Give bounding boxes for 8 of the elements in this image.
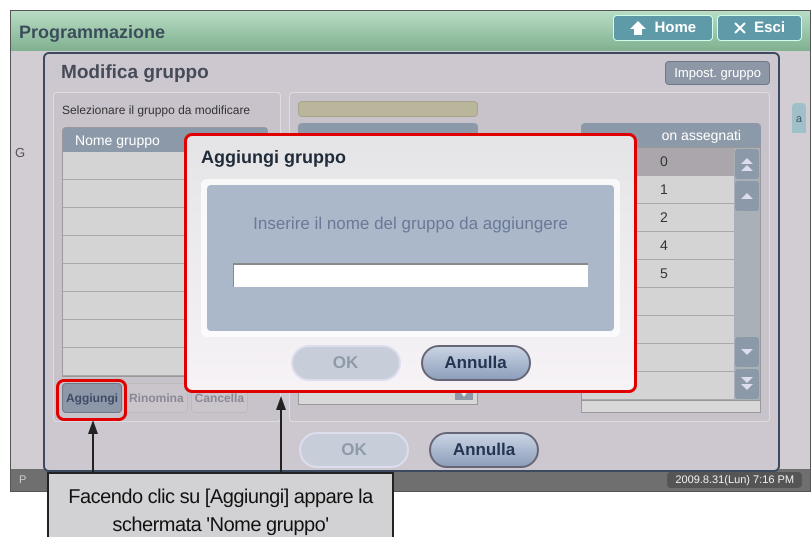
instruction-text: Selezionare il gruppo da modificare	[62, 102, 252, 119]
callout-text: Facendo clic su [Aggiungi] appare la schermata 'Nome gruppo'	[67, 484, 374, 537]
status-text: P	[19, 472, 26, 488]
status-datetime: 2009.8.31(Lun) 7:16 PM	[667, 472, 802, 488]
sidebar-label: G	[15, 144, 26, 162]
prompt-text: Inserire il nome del gruppo da aggiungere	[253, 213, 568, 235]
dialog-title: Modifica gruppo	[61, 60, 209, 85]
app-title: Programmazione	[19, 21, 166, 44]
